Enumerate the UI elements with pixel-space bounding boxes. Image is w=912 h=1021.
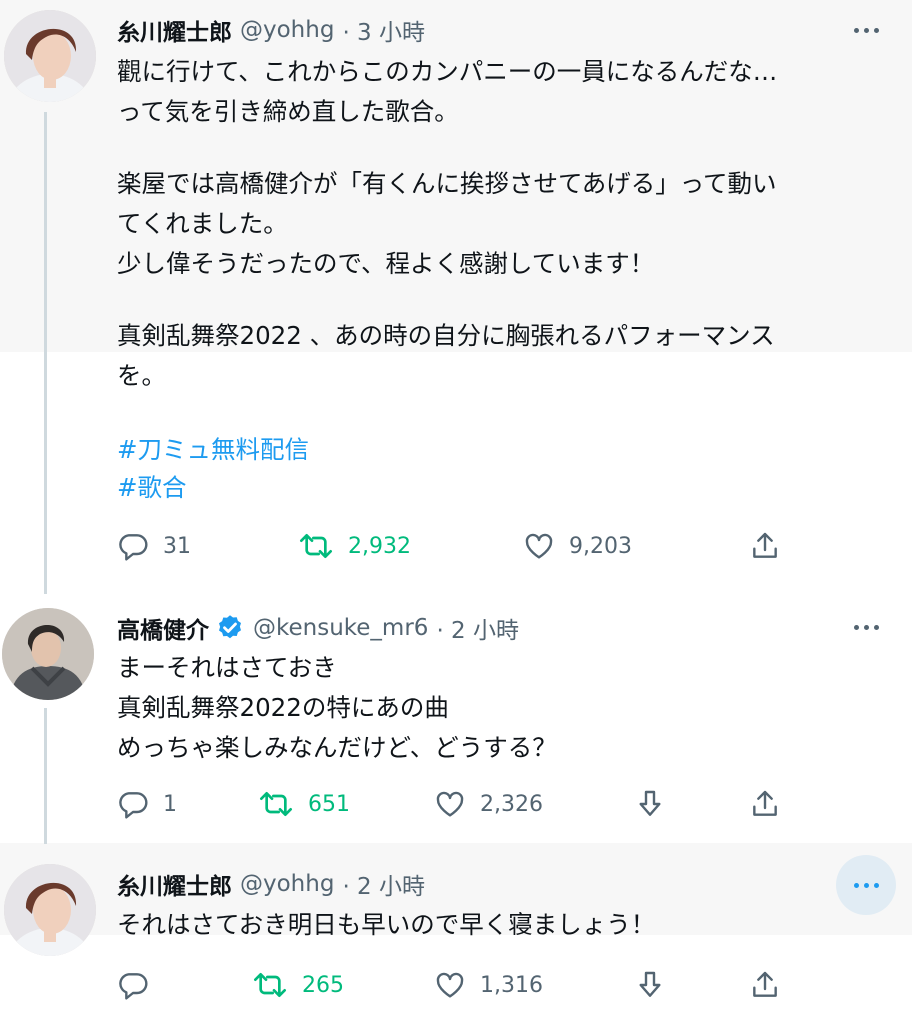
hashtag-link[interactable]: #歌合: [117, 468, 187, 509]
timestamp[interactable]: · 2 小時: [436, 611, 519, 645]
user-handle[interactable]: @kensuke_mr6: [253, 615, 428, 641]
share-icon: [749, 788, 781, 820]
thread-line: [44, 112, 47, 594]
retweet-button[interactable]: 265: [252, 969, 344, 1001]
share-button[interactable]: [749, 969, 781, 1001]
tweet-text-line: って気を引き締め直した歌合。: [117, 97, 459, 126]
retweet-icon: [258, 788, 294, 820]
reply-button[interactable]: 31: [117, 530, 191, 562]
like-count: 2,326: [480, 791, 543, 817]
like-icon: [434, 969, 466, 1001]
more-icon: [853, 882, 879, 888]
avatar[interactable]: [4, 10, 96, 102]
like-count: 9,203: [569, 533, 632, 559]
tweet-text-line: まーそれはさておき: [117, 653, 337, 682]
like-button[interactable]: 9,203: [523, 530, 632, 562]
more-icon: [853, 624, 879, 630]
share-icon: [749, 530, 781, 562]
tweet-text-line: てくれました。: [117, 209, 288, 238]
bookmark-icon: [634, 788, 666, 820]
timestamp[interactable]: · 3 小時: [342, 13, 425, 47]
hashtag-link[interactable]: #刀ミュ無料配信: [117, 430, 309, 471]
tweet-text-line: 觀に行けて、これからこのカンパニーの一員になるんだな…: [117, 57, 778, 86]
reply-count: 1: [163, 791, 177, 817]
bookmark-button[interactable]: [634, 969, 666, 1001]
display-name[interactable]: 糸川耀士郎: [117, 13, 232, 47]
reply-icon: [117, 788, 149, 820]
tweet-text-line: 少し偉そうだったので、程よく感謝しています！: [117, 249, 655, 278]
share-button[interactable]: [749, 788, 781, 820]
timestamp[interactable]: · 2 小時: [342, 867, 425, 901]
thread-line: [44, 708, 47, 844]
display-name[interactable]: 糸川耀士郎: [117, 867, 232, 901]
reply-icon: [117, 530, 149, 562]
tweet-text-line: めっちゃ楽しみなんだけど、どうする？: [117, 733, 557, 762]
like-icon: [523, 530, 555, 562]
like-button[interactable]: 2,326: [434, 788, 543, 820]
retweet-icon: [298, 530, 334, 562]
more-options-button[interactable]: [836, 0, 896, 60]
tweet-text-line: を。: [117, 361, 166, 390]
tweet-header: 糸川耀士郎 @yohhg · 2 小時: [117, 868, 425, 900]
retweet-count: 651: [308, 791, 350, 817]
more-options-button[interactable]: [836, 597, 896, 657]
user-handle[interactable]: @yohhg: [240, 17, 334, 43]
reply-count: 31: [163, 533, 191, 559]
avatar[interactable]: [2, 608, 94, 700]
like-count: 1,316: [480, 972, 543, 998]
retweet-button[interactable]: 2,932: [298, 530, 411, 562]
tweet-header: 高橋健介 @kensuke_mr6 · 2 小時: [117, 612, 519, 644]
verified-icon: [215, 613, 245, 643]
reply-button[interactable]: 1: [117, 788, 177, 820]
tweet-header: 糸川耀士郎 @yohhg · 3 小時: [117, 14, 425, 46]
avatar[interactable]: [4, 864, 96, 956]
reply-icon: [117, 969, 149, 1001]
tweet-text-line: 真剣乱舞祭2022の特にあの曲: [117, 693, 449, 722]
retweet-button[interactable]: 651: [258, 788, 350, 820]
more-icon: [853, 27, 879, 33]
tweet-text-line: 楽屋では高橋健介が「有くんに挨拶させてあげる」って動い: [117, 169, 777, 198]
bookmark-button[interactable]: [634, 788, 666, 820]
user-handle[interactable]: @yohhg: [240, 871, 334, 897]
retweet-count: 265: [302, 972, 344, 998]
like-icon: [434, 788, 466, 820]
reply-button[interactable]: [117, 969, 149, 1001]
tweet-text-line: 真剣乱舞祭2022 、あの時の自分に胸張れるパフォーマンス: [117, 321, 775, 350]
tweet-text-line: それはさておき明日も早いので早く寝ましょう！: [117, 910, 656, 939]
like-button[interactable]: 1,316: [434, 969, 543, 1001]
retweet-icon: [252, 969, 288, 1001]
share-button[interactable]: [749, 530, 781, 562]
retweet-count: 2,932: [348, 533, 411, 559]
more-options-button[interactable]: [836, 855, 896, 915]
bookmark-icon: [634, 969, 666, 1001]
share-icon: [749, 969, 781, 1001]
display-name[interactable]: 高橋健介: [117, 611, 209, 645]
